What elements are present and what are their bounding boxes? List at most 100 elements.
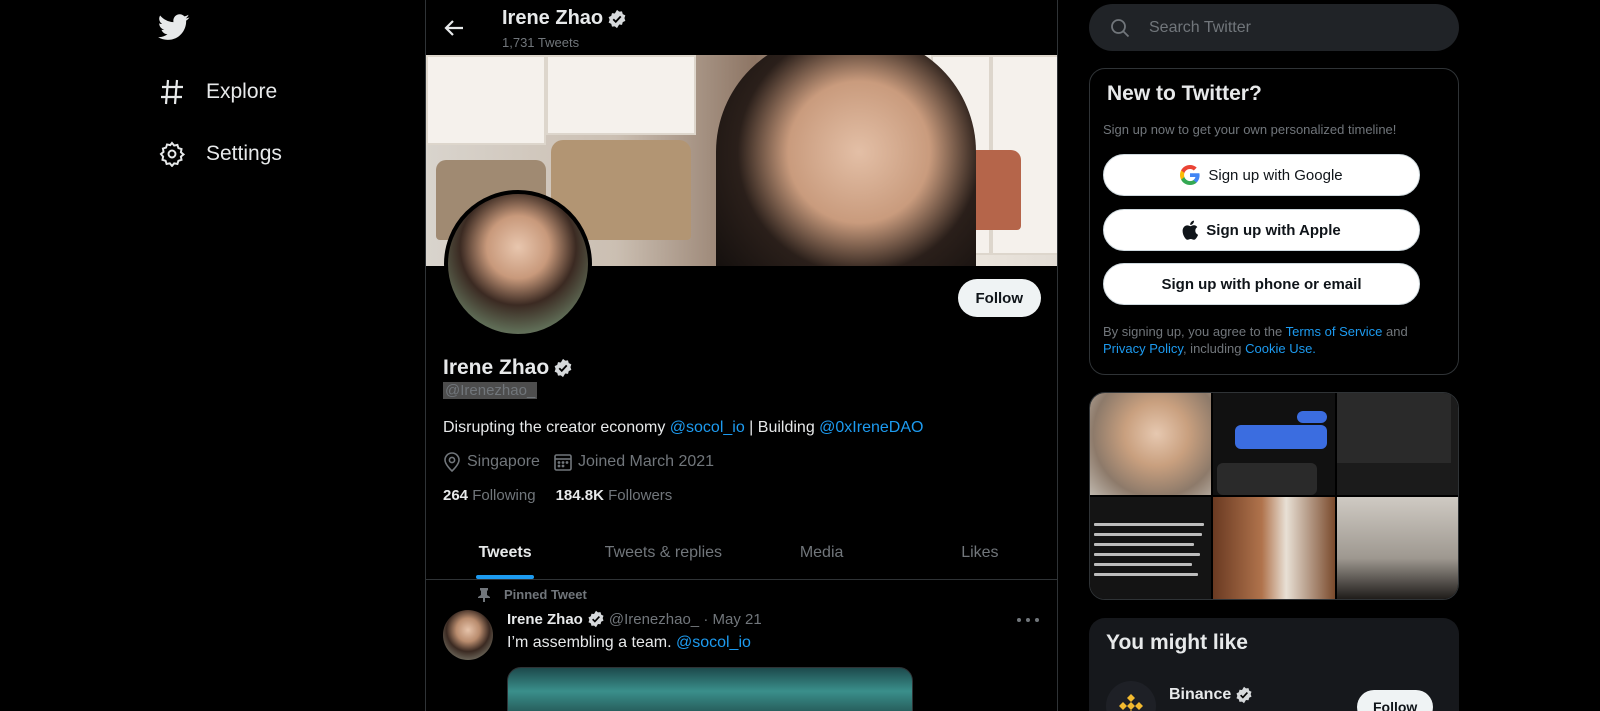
profile-handle: @Irenezhao_ (443, 382, 538, 399)
tweet-link-socol[interactable]: @socol_io (676, 634, 751, 651)
text-line (1094, 533, 1202, 536)
nav-settings[interactable]: Settings (158, 134, 282, 174)
nav-settings-label: Settings (206, 142, 282, 165)
binance-logo-icon (1119, 694, 1143, 711)
tab-likes[interactable]: Likes (901, 527, 1057, 579)
profile-joined: Joined March 2021 (554, 453, 714, 471)
profile-meta: Singapore Joined March 2021 (443, 452, 728, 472)
more-options-icon[interactable] (1017, 612, 1039, 628)
text-line (1094, 553, 1200, 556)
media-thumb[interactable] (1090, 393, 1212, 495)
nav-explore-label: Explore (206, 80, 278, 103)
media-thumb[interactable] (1336, 497, 1458, 599)
text-line (1094, 563, 1192, 566)
banner-shelf (426, 55, 546, 145)
terms-text: By signing up, you agree to the (1103, 324, 1286, 339)
pinned-tweet-label: Pinned Tweet (478, 587, 587, 602)
left-nav: Explore Settings (0, 0, 425, 711)
twitter-bird-icon[interactable] (157, 14, 190, 44)
bio-link-socol[interactable]: @socol_io (670, 419, 745, 436)
signup-phone-button[interactable]: Sign up with phone or email (1103, 263, 1420, 305)
active-tab-indicator (476, 575, 535, 579)
tweet-avatar[interactable] (443, 610, 493, 660)
media-thumb[interactable] (1336, 393, 1458, 495)
bio-link-irenedao[interactable]: @0xIreneDAO (819, 419, 923, 436)
tab-tweets-replies[interactable]: Tweets & replies (584, 527, 742, 579)
tweet-text-body: I’m assembling a team. (507, 634, 676, 651)
terms-text: , including (1182, 341, 1246, 356)
search-input[interactable] (1149, 18, 1439, 37)
tab-media[interactable]: Media (743, 527, 901, 579)
signup-subtitle: Sign up now to get your own personalized… (1103, 122, 1397, 137)
you-might-like-card: You might like Binance Follow (1089, 618, 1459, 711)
tweet-date[interactable]: May 21 (713, 611, 762, 628)
tab-tweets-label: Tweets (478, 544, 532, 561)
signup-apple-button[interactable]: Sign up with Apple (1103, 209, 1420, 251)
profile-avatar[interactable] (444, 190, 592, 338)
signup-title: New to Twitter? (1107, 82, 1262, 105)
verified-badge-icon (553, 358, 573, 378)
tweet-author-handle[interactable]: @Irenezhao_ (609, 611, 699, 628)
media-thumb[interactable] (1213, 497, 1335, 599)
profile-name: Irene Zhao (443, 356, 573, 380)
tweet-text: I’m assembling a team. @socol_io (507, 634, 751, 652)
tweet-header: Irene Zhao @Irenezhao_ · May 21 (507, 610, 762, 628)
google-icon (1180, 165, 1200, 185)
followers-label: Followers (608, 487, 673, 504)
media-thumb[interactable] (1213, 393, 1335, 495)
text-line (1094, 573, 1198, 576)
profile-column: Irene Zhao 1,731 Tweets Follow Irene Zha… (425, 0, 1058, 711)
nav-explore[interactable]: Explore (158, 72, 277, 112)
tweet-author-name[interactable]: Irene Zhao (507, 611, 583, 628)
verified-badge-icon (607, 9, 627, 29)
following-label: Following (472, 487, 536, 504)
followers-count: 184.8K (555, 487, 604, 504)
profile-bio: Disrupting the creator economy @socol_io… (443, 419, 923, 437)
tab-media-label: Media (799, 544, 844, 561)
search-bar[interactable] (1089, 4, 1459, 51)
location-text: Singapore (467, 453, 540, 470)
banner-shelf (546, 55, 696, 135)
profile-location: Singapore (443, 452, 540, 472)
you-might-like-title: You might like (1106, 631, 1248, 654)
tab-tweets-replies-label: Tweets & replies (604, 544, 723, 561)
signup-card: New to Twitter? Sign up now to get your … (1089, 68, 1459, 375)
following-stat[interactable]: 264 Following (443, 487, 536, 504)
chat-bubble (1336, 393, 1451, 463)
profile-name-text: Irene Zhao (443, 356, 550, 379)
back-arrow-icon[interactable] (438, 12, 470, 44)
search-icon (1109, 17, 1131, 39)
signup-terms: By signing up, you agree to the Terms of… (1103, 323, 1448, 357)
tweet-media[interactable] (507, 667, 913, 711)
bio-text: Disrupting the creator economy (443, 419, 670, 436)
profile-stats: 264 Following 184.8K Followers (443, 487, 692, 504)
suggested-account-name-text: Binance (1169, 686, 1232, 703)
suggested-follow-button[interactable]: Follow (1357, 690, 1434, 711)
signup-phone-label: Sign up with phone or email (1161, 275, 1362, 293)
followers-stat[interactable]: 184.8K Followers (556, 487, 673, 504)
text-line (1094, 523, 1204, 526)
signup-apple-label: Sign up with Apple (1206, 221, 1341, 239)
verified-badge-icon (1235, 686, 1253, 704)
follow-button[interactable]: Follow (957, 279, 1041, 317)
chat-bubble (1296, 411, 1327, 423)
cookie-use-link[interactable]: Cookie Use. (1245, 341, 1316, 356)
bio-text: | Building (744, 419, 820, 436)
tab-likes-label: Likes (961, 544, 999, 561)
header-name-text: Irene Zhao (502, 7, 604, 29)
pinned-text: Pinned Tweet (504, 587, 587, 602)
privacy-policy-link[interactable]: Privacy Policy (1103, 341, 1183, 356)
chat-bubble (1217, 463, 1318, 495)
binance-avatar[interactable] (1106, 681, 1156, 711)
signup-google-label: Sign up with Google (1208, 166, 1343, 184)
right-sidebar: New to Twitter? Sign up now to get your … (1058, 0, 1600, 711)
terms-of-service-link[interactable]: Terms of Service (1286, 324, 1383, 339)
profile-tabs: Tweets Tweets & replies Media Likes (426, 527, 1057, 580)
media-grid (1089, 392, 1459, 600)
media-thumb[interactable] (1090, 497, 1212, 599)
suggested-account-name[interactable]: Binance (1169, 686, 1253, 704)
header-name: Irene Zhao (502, 7, 627, 30)
tab-tweets[interactable]: Tweets (426, 527, 584, 579)
text-line (1094, 543, 1194, 546)
signup-google-button[interactable]: Sign up with Google (1103, 154, 1420, 196)
